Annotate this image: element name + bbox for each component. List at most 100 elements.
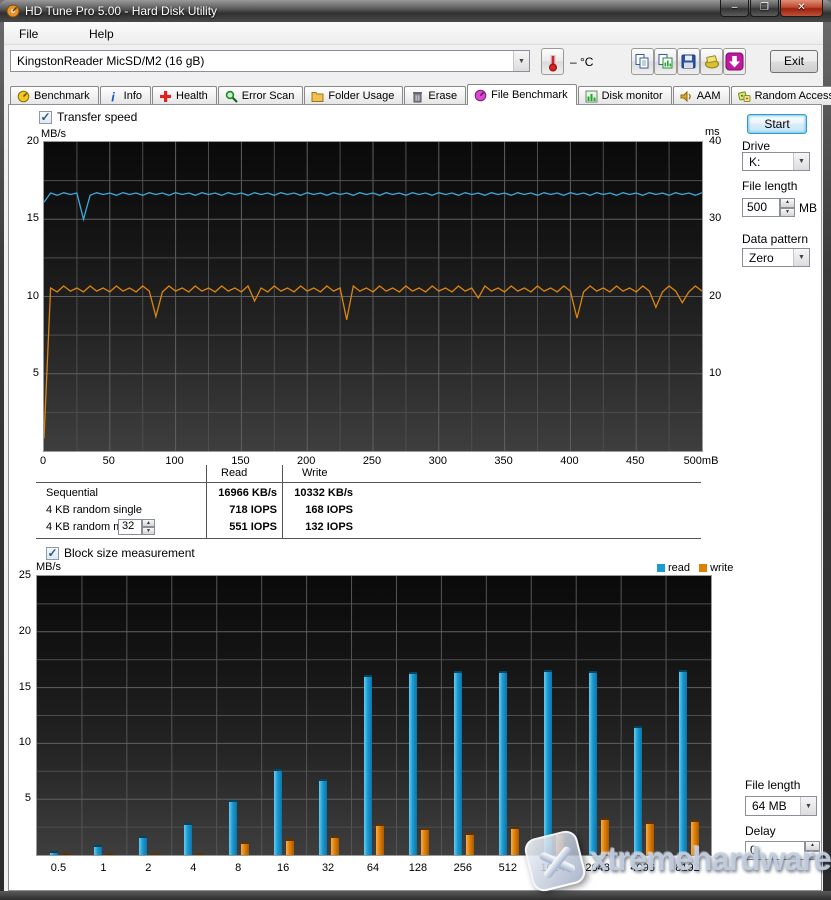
tick-label: 50 bbox=[89, 455, 129, 467]
spinner-up-icon[interactable]: ▲ bbox=[780, 198, 795, 208]
tab-random-access[interactable]: Random Access bbox=[731, 86, 831, 105]
tick-label: 8 bbox=[218, 862, 258, 874]
thermometer-icon bbox=[544, 52, 562, 72]
update-button[interactable] bbox=[723, 48, 746, 75]
chevron-down-icon: ▼ bbox=[793, 249, 809, 266]
block-size-chart bbox=[36, 575, 712, 856]
tick-label: 1 bbox=[83, 862, 123, 874]
tick-label: 300 bbox=[418, 455, 458, 467]
transfer-speed-label: Transfer speed bbox=[57, 110, 137, 124]
file-benchmark-panel: ✓ Transfer speed MB/s ms 2015105 4030201… bbox=[8, 104, 822, 891]
tick-label: 0.5 bbox=[38, 862, 78, 874]
save-icon bbox=[680, 53, 697, 70]
chevron-down-icon: ▼ bbox=[793, 153, 809, 170]
tick-label: 15 bbox=[9, 681, 31, 693]
write-bar-0.5 bbox=[62, 853, 70, 855]
menu-file[interactable]: File bbox=[12, 25, 45, 42]
checkbox-check-icon: ✓ bbox=[39, 111, 52, 124]
read-bar-1024 bbox=[544, 670, 552, 855]
tick-label: 5 bbox=[9, 792, 31, 804]
write-bar-32 bbox=[331, 836, 339, 855]
tab-info[interactable]: iInfo bbox=[100, 86, 151, 105]
start-button[interactable]: Start bbox=[747, 114, 807, 134]
health-cross-icon bbox=[159, 90, 172, 103]
copy-image-button[interactable] bbox=[654, 48, 677, 75]
file-length-spinner[interactable]: 500 ▲▼ bbox=[742, 198, 795, 217]
read-bar-8192 bbox=[679, 670, 687, 855]
tab-disk-monitor[interactable]: Disk monitor bbox=[578, 86, 672, 105]
close-button[interactable]: ✕ bbox=[780, 0, 823, 17]
spinner-up-icon[interactable]: ▲ bbox=[142, 519, 155, 527]
app-window: HD Tune Pro 5.00 - Hard Disk Utility – ❐… bbox=[0, 0, 831, 900]
spinner-down-icon[interactable]: ▼ bbox=[780, 208, 795, 218]
tick-label: 20 bbox=[9, 625, 31, 637]
read-bar-2048 bbox=[589, 671, 597, 855]
file-length-value[interactable]: 500 bbox=[742, 198, 780, 217]
trash-icon bbox=[411, 90, 424, 103]
tick-label: 2 bbox=[128, 862, 168, 874]
tick-label: 1024 bbox=[533, 862, 573, 874]
delay-value[interactable]: 0 bbox=[745, 841, 805, 860]
file-length-unit: MB bbox=[799, 201, 817, 215]
tab-benchmark[interactable]: Benchmark bbox=[10, 86, 99, 105]
delay-spinner[interactable]: 0 ▲▼ bbox=[745, 841, 820, 860]
transfer-speed-chart bbox=[43, 141, 703, 452]
tab-bar: BenchmarkiInfoHealthError ScanFolder Usa… bbox=[10, 84, 820, 105]
tick-label: 5 bbox=[15, 367, 39, 379]
tab-error-scan[interactable]: Error Scan bbox=[218, 86, 304, 105]
file-length2-value: 64 MB bbox=[746, 799, 800, 813]
queue-depth-spinner[interactable]: 32▲▼ bbox=[118, 519, 155, 535]
copy-icon bbox=[634, 53, 651, 70]
tick-label: 32 bbox=[308, 862, 348, 874]
tick-label: 10 bbox=[9, 736, 31, 748]
spinner-up-icon[interactable]: ▲ bbox=[805, 841, 820, 851]
drive-select-value: KingstonReader MicSD/M2 (16 gB) bbox=[11, 54, 513, 68]
file-length2-dropdown[interactable]: 64 MB ▼ bbox=[745, 796, 817, 816]
minimize-button[interactable]: – bbox=[720, 0, 749, 17]
write-bar-64 bbox=[376, 824, 384, 855]
write-bar-8192 bbox=[691, 820, 699, 855]
chevron-down-icon: ▼ bbox=[800, 797, 816, 815]
transfer-speed-checkbox[interactable]: ✓ Transfer speed bbox=[39, 110, 137, 124]
tick-label: 4 bbox=[173, 862, 213, 874]
temperature-readout: – °C bbox=[570, 55, 593, 69]
tab-file-benchmark[interactable]: File Benchmark bbox=[467, 84, 576, 105]
tab-health[interactable]: Health bbox=[152, 86, 217, 105]
tick-label: 30 bbox=[709, 212, 721, 224]
tick-label: 200 bbox=[286, 455, 326, 467]
tick-label: 40 bbox=[709, 135, 721, 147]
read-bar-256 bbox=[454, 671, 462, 855]
tick-label: 256 bbox=[443, 862, 483, 874]
tick-label: 8192 bbox=[668, 862, 708, 874]
drive-select[interactable]: KingstonReader MicSD/M2 (16 gB) ▼ bbox=[10, 50, 530, 72]
tick-label: 512 bbox=[488, 862, 528, 874]
tab-erase[interactable]: Erase bbox=[404, 86, 466, 105]
drive-dropdown[interactable]: K: ▼ bbox=[742, 152, 810, 171]
data-pattern-dropdown[interactable]: Zero ▼ bbox=[742, 248, 810, 267]
spinner-down-icon[interactable]: ▼ bbox=[142, 527, 155, 535]
spinner-down-icon[interactable]: ▼ bbox=[805, 851, 820, 861]
write-column-header: Write bbox=[302, 467, 327, 479]
block-size-checkbox[interactable]: ✓ Block size measurement bbox=[46, 546, 195, 560]
options-button[interactable] bbox=[700, 48, 723, 75]
write-bar-2 bbox=[151, 853, 159, 855]
gauge-magenta-icon bbox=[474, 89, 487, 102]
svg-text:i: i bbox=[111, 90, 115, 103]
tab-folder-usage[interactable]: Folder Usage bbox=[304, 86, 403, 105]
menu-help[interactable]: Help bbox=[82, 25, 121, 42]
read-bar-128 bbox=[409, 672, 417, 855]
tick-label: 350 bbox=[484, 455, 524, 467]
tab-aam[interactable]: AAM bbox=[673, 86, 730, 105]
exit-button[interactable]: Exit bbox=[770, 50, 818, 73]
top-chart-yaxis-unit: MB/s bbox=[41, 128, 66, 140]
maximize-button[interactable]: ❐ bbox=[750, 0, 779, 17]
write-bar-2048 bbox=[601, 818, 609, 855]
delay-label: Delay bbox=[745, 824, 776, 838]
block-size-label: Block size measurement bbox=[64, 546, 195, 560]
read-value: 718 IOPS bbox=[209, 504, 277, 516]
save-button[interactable] bbox=[677, 48, 700, 75]
write-bar-16 bbox=[286, 839, 294, 855]
write-bar-8 bbox=[241, 842, 249, 855]
temperature-button[interactable] bbox=[541, 48, 564, 75]
copy-text-button[interactable] bbox=[631, 48, 654, 75]
